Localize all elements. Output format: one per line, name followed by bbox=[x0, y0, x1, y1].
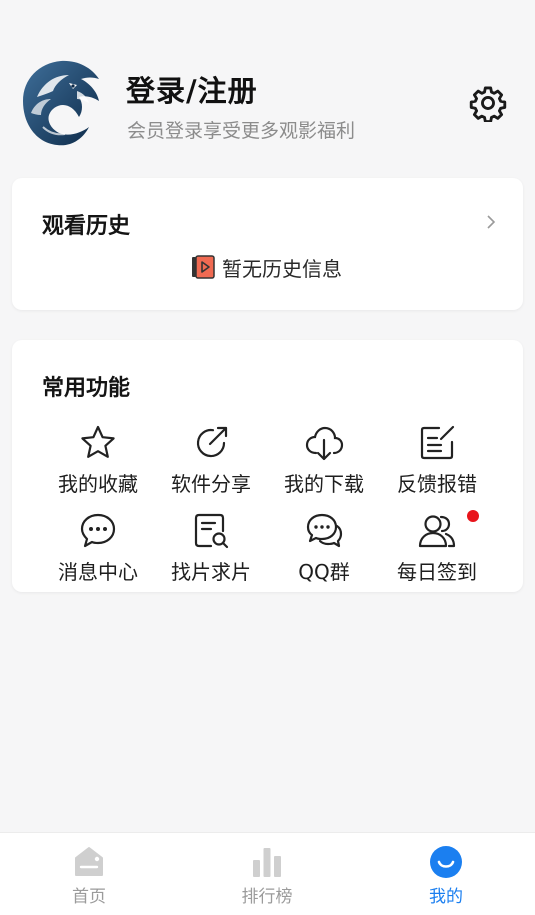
profile-header: 登录/注册 会员登录享受更多观影福利 bbox=[0, 0, 535, 170]
daily-checkin-label: 每日签到 bbox=[397, 560, 477, 584]
login-register-title[interactable]: 登录/注册 bbox=[126, 68, 258, 110]
chat-bubbles-icon bbox=[306, 513, 343, 548]
search-document-icon bbox=[194, 513, 229, 549]
profile-page: 登录/注册 会员登录享受更多观影福利 观看历史 暂无历史信息 常用功能 我的收藏 bbox=[0, 0, 535, 915]
nav-home-label: 首页 bbox=[72, 887, 106, 907]
star-icon bbox=[81, 425, 115, 458]
history-empty-text: 暂无历史信息 bbox=[222, 256, 342, 281]
qq-group-item[interactable]: QQ群 bbox=[268, 511, 380, 591]
nav-mine[interactable]: 我的 bbox=[386, 833, 506, 915]
daily-checkin-item[interactable]: 每日签到 bbox=[381, 511, 493, 591]
software-share-label: 软件分享 bbox=[171, 472, 251, 496]
watch-history-card[interactable] bbox=[12, 178, 523, 310]
my-downloads-label: 我的下载 bbox=[284, 472, 364, 496]
feedback-report-label: 反馈报错 bbox=[397, 472, 477, 496]
home-icon bbox=[75, 847, 103, 876]
feedback-edit-icon bbox=[420, 425, 455, 460]
watch-history-title: 观看历史 bbox=[42, 214, 131, 239]
nav-home[interactable]: 首页 bbox=[29, 833, 149, 915]
message-center-item[interactable]: 消息中心 bbox=[42, 511, 154, 591]
cloud-download-icon bbox=[305, 426, 344, 461]
message-icon bbox=[80, 513, 116, 548]
video-book-icon bbox=[192, 255, 215, 279]
profile-icon bbox=[430, 846, 462, 878]
common-functions-title: 常用功能 bbox=[42, 376, 131, 401]
history-empty-state: 暂无历史信息 bbox=[190, 253, 342, 281]
nav-ranking-label: 排行榜 bbox=[241, 887, 293, 907]
share-icon bbox=[196, 426, 228, 458]
login-subtitle: 会员登录享受更多观影福利 bbox=[127, 120, 356, 142]
eagle-logo-icon[interactable] bbox=[17, 57, 105, 149]
chevron-right-icon[interactable] bbox=[484, 213, 498, 231]
gear-icon[interactable] bbox=[469, 84, 507, 122]
find-movie-item[interactable]: 找片求片 bbox=[155, 511, 267, 591]
users-icon bbox=[418, 515, 456, 548]
find-movie-label: 找片求片 bbox=[171, 560, 251, 584]
bottom-navigation: 首页 排行榜 我的 bbox=[0, 832, 535, 915]
software-share-item[interactable]: 软件分享 bbox=[155, 423, 267, 503]
ranking-icon bbox=[253, 848, 281, 877]
notification-badge bbox=[467, 510, 479, 522]
qq-group-label: QQ群 bbox=[298, 560, 350, 584]
nav-ranking[interactable]: 排行榜 bbox=[207, 833, 327, 915]
my-downloads-item[interactable]: 我的下载 bbox=[268, 423, 380, 503]
message-center-label: 消息中心 bbox=[58, 560, 138, 584]
my-favorites-item[interactable]: 我的收藏 bbox=[42, 423, 154, 503]
my-favorites-label: 我的收藏 bbox=[58, 472, 138, 496]
nav-mine-label: 我的 bbox=[429, 887, 463, 907]
feedback-report-item[interactable]: 反馈报错 bbox=[381, 423, 493, 503]
